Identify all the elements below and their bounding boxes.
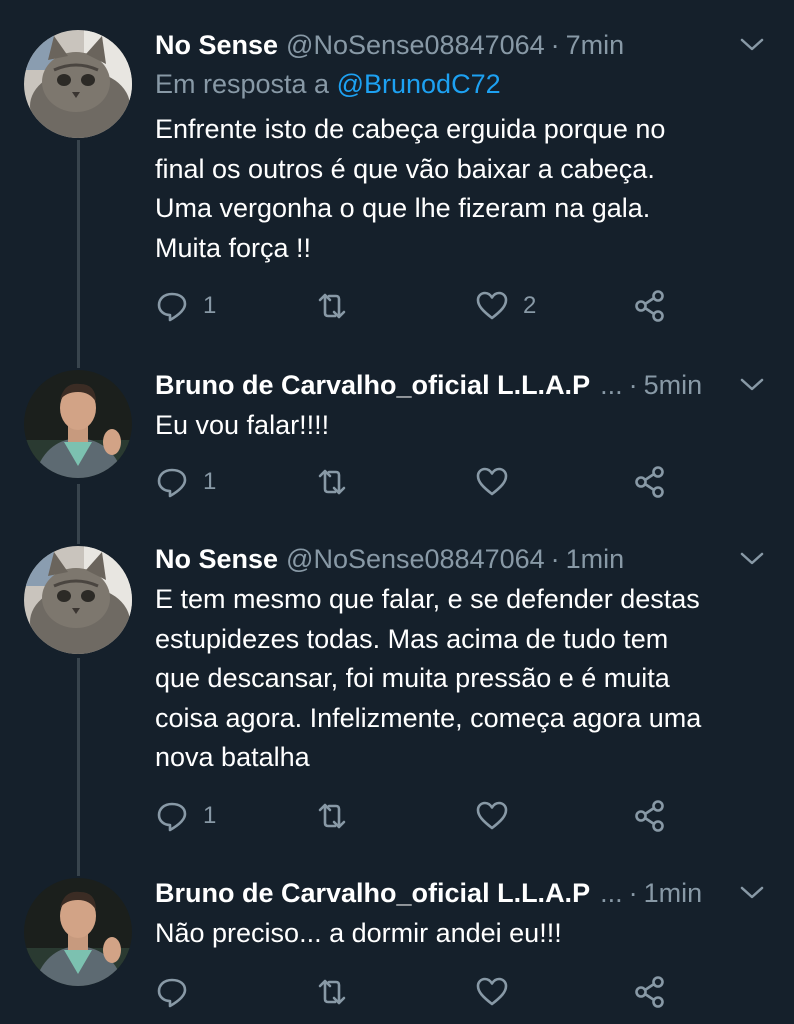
tweet-text: E tem mesmo que falar, e se defender des… [155,580,770,778]
user-handle[interactable]: @NoSense08847064 [286,30,545,61]
timestamp[interactable]: 7min [566,30,625,61]
like-button[interactable]: 2 [475,286,536,326]
retweet-icon [318,469,346,495]
heart-icon [476,467,508,496]
share-icon [635,466,664,498]
reply-icon [157,802,187,832]
cat-avatar-image [24,30,132,138]
share-icon [635,800,664,832]
tweet-actions [155,972,715,1012]
retweet-icon [318,293,346,319]
tweet[interactable]: No Sense @NoSense08847064 · 7min Em resp… [0,22,794,342]
avatar[interactable] [24,30,132,138]
like-count: 2 [523,292,537,319]
tweet-text-line: coisa agora. Infelizmente, começa agora … [155,702,702,733]
tweet-text-line: final os outros é que vão baixar a cabeç… [155,153,655,184]
reply-button[interactable]: 1 [155,462,216,502]
man-avatar-image [24,370,132,478]
reply-button[interactable]: 1 [155,796,216,836]
tweet-actions: 1 [155,796,715,836]
share-button[interactable] [633,286,667,326]
share-icon [635,976,664,1008]
tweet-text-line: E tem mesmo que falar, e se defender des… [155,584,700,614]
man-avatar-image [24,878,132,986]
tweet-actions: 1 [155,462,715,502]
retweet-icon [318,979,346,1005]
retweet-button[interactable] [315,286,349,326]
retweet-button[interactable] [315,972,349,1012]
chevron-down-icon[interactable] [738,370,766,398]
cat-avatar-image [24,546,132,654]
avatar[interactable] [24,546,132,654]
avatar[interactable] [24,370,132,478]
heart-icon [476,977,508,1006]
display-name[interactable]: No Sense [155,30,278,61]
share-button[interactable] [633,796,667,836]
tweet-text-line: Muita força !! [155,232,312,263]
tweet-text-line: que descansar, foi muita pressão e é mui… [155,663,670,693]
tweet[interactable]: Bruno de Carvalho_oficial L.L.A.P ... · … [0,364,794,514]
separator: · [550,543,560,574]
heart-icon [476,291,508,320]
reply-button[interactable] [155,972,189,1012]
reply-context: Em resposta a @BrunodC72 [155,64,770,104]
reply-icon [157,468,187,498]
like-button[interactable] [475,796,509,836]
like-button[interactable] [475,972,509,1012]
truncation-ellipsis: ... [600,877,623,908]
truncation-ellipsis: ... [600,369,623,400]
tweet-header: No Sense @NoSense08847064 · 7min [155,26,770,64]
reply-button[interactable]: 1 [155,286,216,326]
reply-mention-link[interactable]: @BrunodC72 [337,69,501,99]
retweet-icon [318,803,346,829]
share-button[interactable] [633,972,667,1012]
chevron-down-icon[interactable] [738,878,766,906]
heart-icon [476,801,508,830]
tweet-text-line: Eu vou falar!!!! [155,410,330,440]
retweet-button[interactable] [315,462,349,502]
tweet-header: No Sense @NoSense08847064 · 1min [155,540,770,578]
separator: · [550,29,560,60]
separator: · [628,877,638,908]
chevron-down-icon[interactable] [738,544,766,572]
tweet[interactable]: No Sense @NoSense08847064 · 1min E tem m… [0,538,794,858]
share-button[interactable] [633,462,667,502]
reply-count: 1 [203,292,217,319]
reply-count: 1 [203,802,217,829]
reply-icon [157,978,187,1008]
timestamp[interactable]: 5min [644,370,703,401]
like-button[interactable] [475,462,509,502]
retweet-button[interactable] [315,796,349,836]
user-handle[interactable]: @NoSense08847064 [286,544,545,575]
tweet-text: Não preciso... a dormir andei eu!!! [155,914,770,954]
tweet-text-line: nova batalha [155,742,310,772]
share-icon [635,290,664,322]
avatar[interactable] [24,878,132,986]
reply-count: 1 [203,468,217,495]
reply-prefix: Em resposta a [155,69,330,99]
display-name[interactable]: Bruno de Carvalho_oficial L.L.A.P [155,878,590,909]
tweet-text-line: estupidezes todas. Mas acima de tudo tem [155,623,669,654]
timestamp[interactable]: 1min [644,878,703,909]
tweet-header: Bruno de Carvalho_oficial L.L.A.P ... · … [155,874,770,912]
tweet-actions: 1 2 [155,286,715,326]
tweet-text-line: Enfrente isto de cabeça erguida porque n… [155,114,666,144]
timestamp[interactable]: 1min [566,544,625,575]
chevron-down-icon[interactable] [738,30,766,58]
tweet-text: Eu vou falar!!!! [155,406,770,446]
reply-icon [157,292,187,322]
tweet-text: Enfrente isto de cabeça erguida porque n… [155,110,770,268]
separator: · [628,369,638,400]
tweet-text-line: Não preciso... a dormir andei eu!!! [155,918,562,948]
tweet-text-line: Uma vergonha o que lhe fizeram na gala. [155,193,651,223]
display-name[interactable]: Bruno de Carvalho_oficial L.L.A.P [155,370,590,401]
display-name[interactable]: No Sense [155,544,278,575]
tweet[interactable]: Bruno de Carvalho_oficial L.L.A.P ... · … [0,872,794,1024]
tweet-header: Bruno de Carvalho_oficial L.L.A.P ... · … [155,366,770,404]
